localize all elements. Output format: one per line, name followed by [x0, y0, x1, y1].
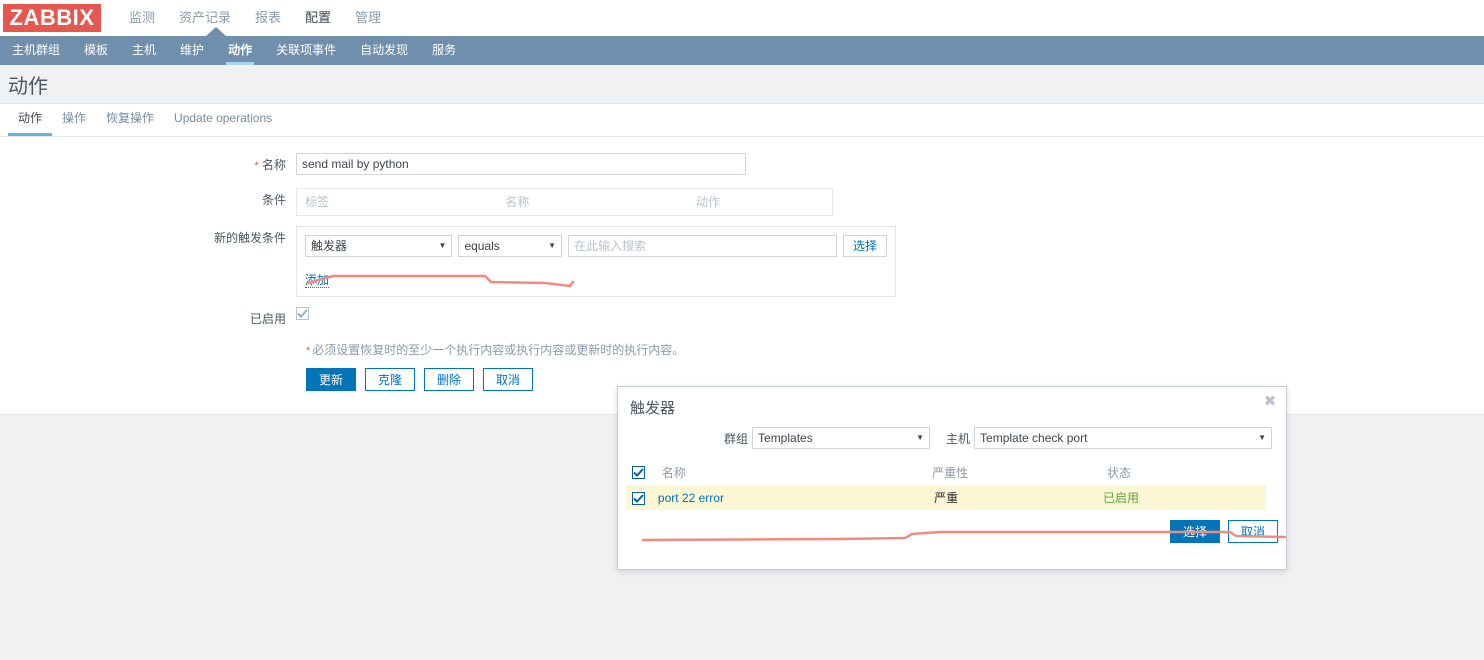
severity-badge: 严重 — [928, 485, 1104, 510]
sidebar-item-host-groups[interactable]: 主机群组 — [0, 36, 72, 65]
modal-title: 触发器 — [630, 399, 676, 417]
main-menu: 监测 资产记录 报表 配置 管理 — [117, 0, 393, 36]
host-select[interactable]: Template check port ▼ — [974, 427, 1273, 449]
form-footnote-text: 必须设置恢复时的至少一个执行内容或执行内容或更新时的执行内容。 — [312, 342, 685, 357]
cancel-button[interactable]: 取消 — [483, 367, 533, 391]
main-menu-item-reports[interactable]: 报表 — [243, 0, 293, 36]
sidebar-item-templates[interactable]: 模板 — [72, 36, 120, 65]
group-filter: 群组 Templates ▼ — [724, 427, 931, 449]
conditions-header-name: 名称 — [505, 195, 530, 210]
trigger-table: 名称 严重性 状态 port 22 error 严重 已启用 — [626, 459, 1266, 510]
nav-pointer-arrow — [206, 27, 226, 36]
modal-select-button[interactable]: 选择 — [1170, 520, 1220, 543]
zabbix-logo[interactable]: ZABBIX — [3, 4, 101, 32]
host-filter: 主机 Template check port ▼ — [946, 427, 1273, 449]
name-label-text: 名称 — [261, 158, 286, 172]
enabled-label: 已启用 — [249, 311, 286, 326]
update-button[interactable]: 更新 — [306, 367, 356, 391]
name-label: * 名称 — [0, 153, 296, 178]
chevron-down-icon: ▼ — [438, 240, 447, 250]
action-form-card: 动作 操作 恢复操作 Update operations * 名称 条件 标签 … — [0, 103, 1484, 415]
table-row[interactable]: port 22 error 严重 已启用 — [626, 485, 1266, 510]
modal-footer: 选择 取消 — [618, 510, 1286, 543]
tab-operations[interactable]: 操作 — [52, 103, 96, 136]
sidebar-item-services[interactable]: 服务 — [420, 36, 468, 65]
form-footnote: * 必须设置恢复时的至少一个执行内容或执行内容或更新时的执行内容。 — [306, 341, 1484, 358]
trigger-select-modal: 触发器 ✖ 群组 Templates ▼ 主机 Template check p… — [617, 386, 1287, 570]
conditions-label: 条件 — [261, 192, 286, 207]
form-tabs: 动作 操作 恢复操作 Update operations — [0, 104, 1484, 137]
main-menu-item-administration[interactable]: 管理 — [343, 0, 393, 36]
condition-select-button[interactable]: 选择 — [843, 234, 887, 257]
trigger-name-cell[interactable]: port 22 error — [657, 485, 929, 510]
condition-operator-select[interactable]: equals ▼ — [458, 234, 563, 257]
name-input[interactable] — [296, 153, 746, 175]
form-row-new-condition: 新的触发条件 触发器 ▼ equals ▼ 选择 添加 — [0, 225, 1484, 297]
host-label: 主机 — [946, 431, 971, 446]
new-condition-label: 新的触发条件 — [213, 230, 286, 245]
clone-button[interactable]: 克隆 — [365, 367, 415, 391]
chevron-down-icon: ▼ — [916, 433, 925, 442]
sidebar-item-hosts[interactable]: 主机 — [120, 36, 168, 65]
column-header-name: 名称 — [661, 465, 686, 480]
enabled-checkbox[interactable] — [296, 306, 309, 320]
required-marker: * — [254, 159, 259, 172]
select-all-checkbox[interactable] — [632, 466, 645, 480]
main-menu-item-configuration[interactable]: 配置 — [293, 0, 343, 36]
condition-type-select[interactable]: 触发器 ▼ — [305, 234, 453, 257]
row-checkbox-cell — [626, 485, 658, 510]
modal-header: 触发器 ✖ — [618, 387, 1286, 427]
sidebar-item-event-correlation[interactable]: 关联项事件 — [264, 36, 348, 65]
tab-recovery-operations[interactable]: 恢复操作 — [96, 103, 164, 136]
condition-search-input[interactable] — [568, 234, 837, 257]
conditions-table: 标签 名称 动作 — [296, 187, 833, 216]
check-icon — [633, 468, 644, 478]
modal-cancel-button[interactable]: 取消 — [1228, 520, 1278, 543]
check-icon — [297, 309, 308, 318]
select-all-header — [626, 459, 658, 485]
host-select-value: Template check port — [980, 431, 1088, 445]
chevron-down-icon: ▼ — [1258, 433, 1267, 442]
sidebar-item-discovery[interactable]: 自动发现 — [348, 36, 420, 65]
new-condition-row: 触发器 ▼ equals ▼ 选择 — [305, 234, 887, 257]
sidebar-item-actions[interactable]: 动作 — [216, 36, 264, 65]
close-icon[interactable]: ✖ — [1262, 394, 1278, 410]
group-select[interactable]: Templates ▼ — [752, 427, 931, 449]
conditions-header-action: 动作 — [696, 195, 721, 210]
sub-nav: 主机群组 模板 主机 维护 动作 关联项事件 自动发现 服务 — [0, 27, 1484, 65]
group-label: 群组 — [724, 431, 749, 446]
chevron-down-icon: ▼ — [548, 240, 557, 250]
new-condition-box: 触发器 ▼ equals ▼ 选择 添加 — [296, 225, 896, 297]
column-header-status: 状态 — [1107, 465, 1132, 480]
row-checkbox[interactable] — [632, 491, 645, 505]
tab-update-operations[interactable]: Update operations — [164, 103, 282, 136]
form-row-conditions: 条件 标签 名称 动作 — [0, 187, 1484, 216]
check-icon — [633, 493, 644, 503]
action-form: * 名称 条件 标签 名称 动作 新的触发条件 触发器 ▼ — [0, 137, 1484, 391]
add-condition-link[interactable]: 添加 — [305, 273, 330, 288]
status-badge[interactable]: 已启用 — [1103, 485, 1266, 510]
form-row-enabled: 已启用 — [0, 306, 1484, 331]
condition-type-value: 触发器 — [311, 239, 348, 254]
modal-filter-bar: 群组 Templates ▼ 主机 Template check port ▼ — [618, 427, 1286, 449]
column-header-severity: 严重性 — [932, 465, 969, 480]
required-marker: * — [306, 344, 311, 357]
main-menu-item-monitoring[interactable]: 监测 — [117, 0, 167, 36]
group-select-value: Templates — [758, 431, 813, 445]
table-header-row: 名称 严重性 状态 — [626, 459, 1266, 485]
page-title-bar: 动作 — [0, 65, 1484, 103]
delete-button[interactable]: 删除 — [424, 367, 474, 391]
tab-action[interactable]: 动作 — [8, 103, 53, 136]
page-title: 动作 — [8, 75, 48, 98]
conditions-header-label: 标签 — [305, 195, 330, 210]
condition-operator-value: equals — [464, 238, 500, 253]
sidebar-item-maintenance[interactable]: 维护 — [168, 36, 216, 65]
form-row-name: * 名称 — [0, 153, 1484, 178]
